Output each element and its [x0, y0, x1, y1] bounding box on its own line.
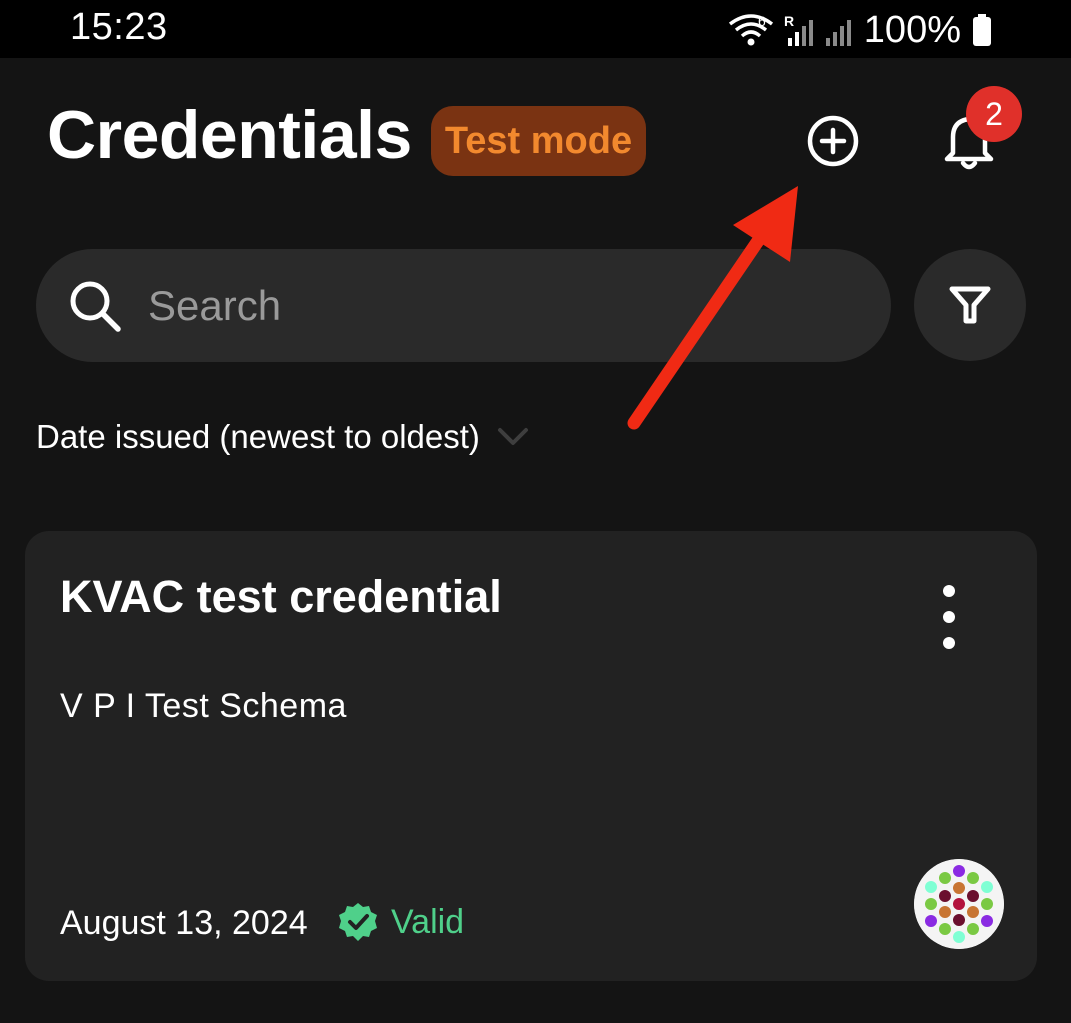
verified-badge-icon: [339, 903, 377, 941]
battery-percent: 100%: [863, 9, 961, 51]
search-input[interactable]: [146, 273, 850, 339]
search-icon: [70, 281, 121, 332]
status-bar: 15:23 6 R 100%: [0, 0, 1071, 58]
filter-button[interactable]: [914, 249, 1026, 361]
more-dot: [943, 611, 955, 623]
status-text: Valid: [391, 902, 465, 941]
chevron-down-icon: [497, 428, 528, 445]
battery-icon: [973, 14, 991, 46]
notification-count-badge: 2: [966, 86, 1022, 142]
status-time: 15:23: [70, 6, 168, 48]
filter-icon: [949, 286, 991, 324]
wifi-icon: 6: [728, 13, 773, 46]
issuer-avatar: [914, 859, 1004, 949]
credential-date: August 13, 2024: [60, 904, 308, 942]
status-icons: 6 R 100%: [728, 10, 993, 50]
add-credential-button[interactable]: [798, 106, 868, 176]
sort-label: Date issued (newest to oldest): [36, 418, 480, 455]
credential-status: Valid: [337, 901, 464, 943]
svg-text:6: 6: [758, 13, 766, 29]
test-mode-badge: Test mode: [431, 106, 646, 176]
sort-selector[interactable]: Date issued (newest to oldest): [36, 418, 530, 456]
search-bar[interactable]: [36, 249, 891, 362]
page-title: Credentials: [47, 97, 412, 173]
credentials-screen: 15:23 6 R 100% Credentials Test mode 2 S…: [0, 0, 1071, 1023]
more-dot: [943, 585, 955, 597]
more-dot: [943, 637, 955, 649]
add-circle-icon: [807, 115, 859, 167]
credential-title: KVAC test credential: [60, 571, 502, 622]
credential-schema: V P I Test Schema: [60, 687, 347, 725]
svg-text:R: R: [784, 13, 794, 29]
signal-icon: [825, 20, 851, 46]
credential-card[interactable]: KVAC test credential V P I Test Schema A…: [25, 531, 1037, 981]
signal-roaming-icon: R: [784, 13, 813, 46]
more-options-button[interactable]: [929, 585, 969, 649]
